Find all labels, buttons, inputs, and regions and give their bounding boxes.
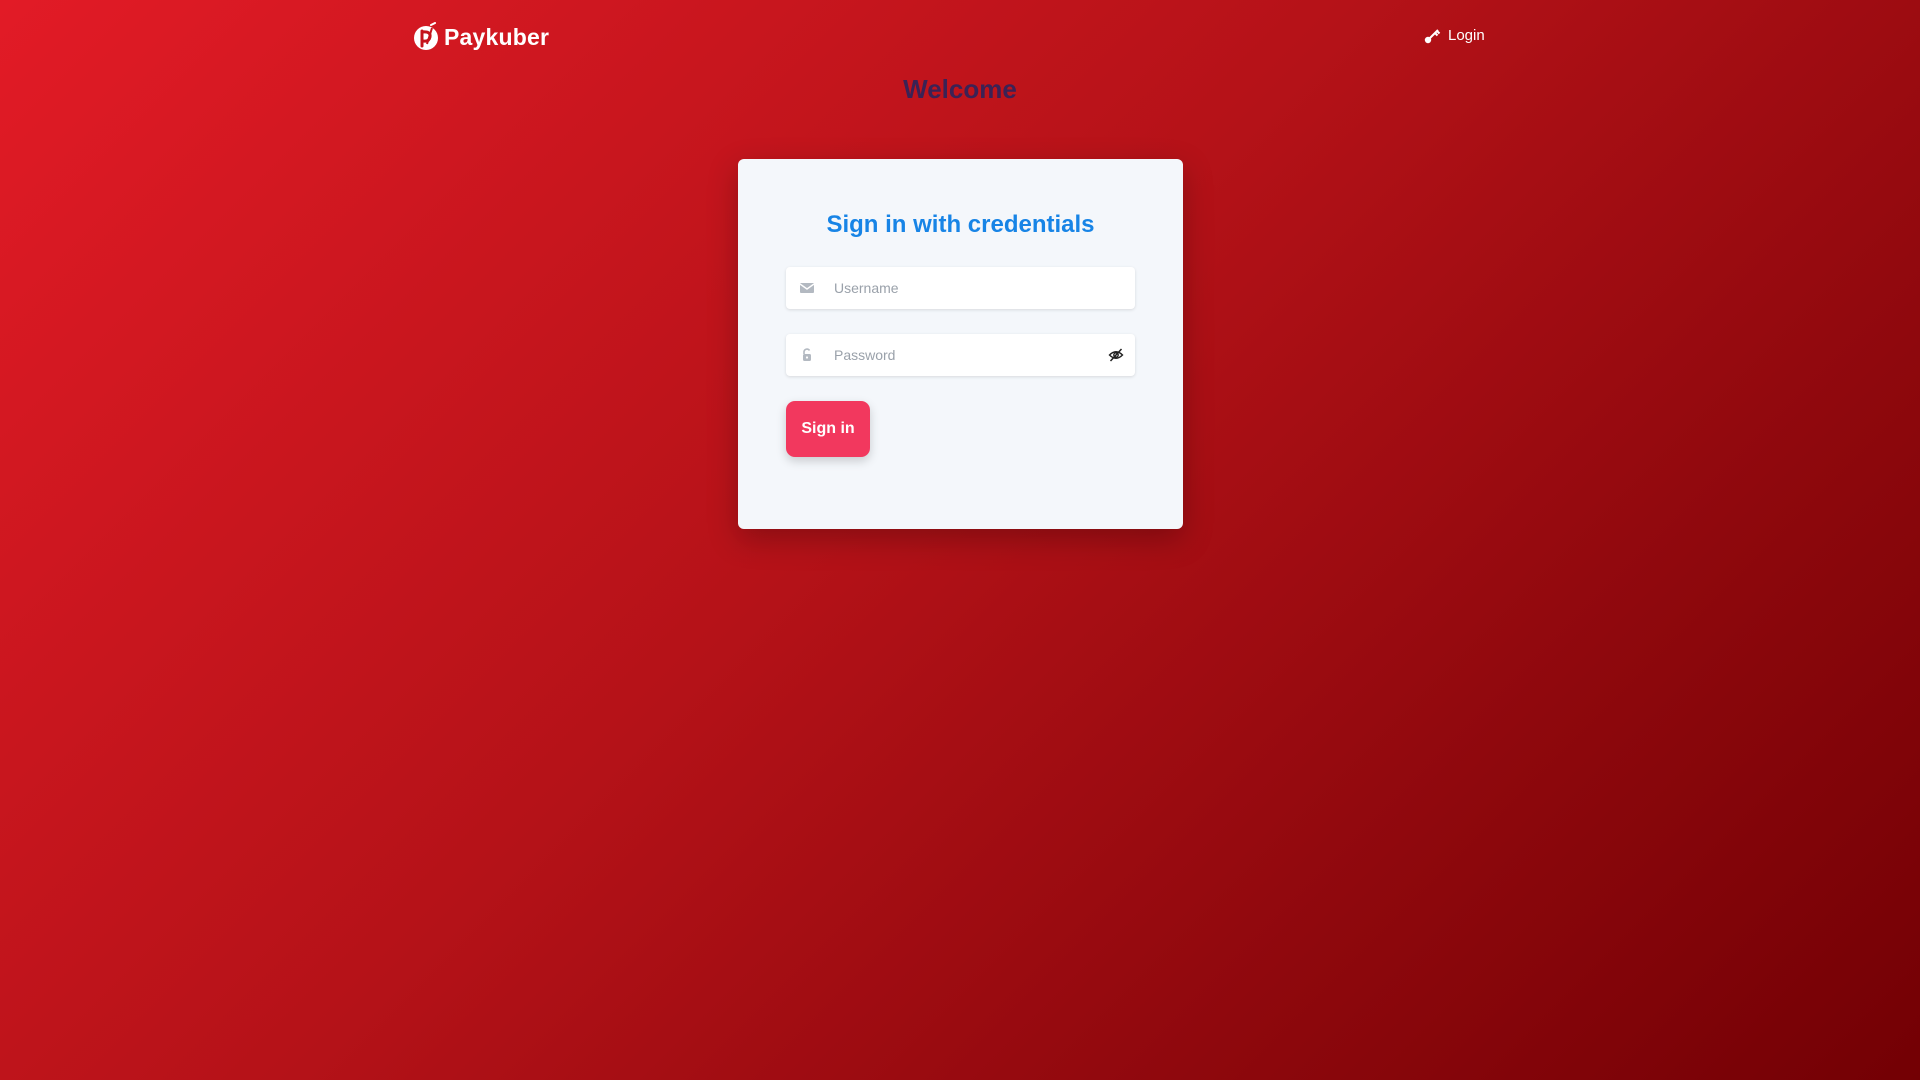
- page-title: Welcome: [903, 74, 1017, 104]
- navbar: Paykuber Login: [0, 0, 1920, 76]
- password-input[interactable]: [834, 334, 1094, 376]
- brand-link[interactable]: Paykuber: [413, 22, 549, 52]
- nav-login-label: Login: [1448, 27, 1485, 44]
- login-card: Sign in with credentials Sign in: [738, 159, 1183, 529]
- nav-login-link[interactable]: Login: [1424, 27, 1485, 44]
- envelope-icon: [799, 283, 815, 293]
- key-icon: [1424, 29, 1441, 44]
- brand-name: Paykuber: [444, 23, 550, 50]
- username-input[interactable]: [834, 267, 1094, 309]
- password-field: [786, 334, 1135, 376]
- sign-in-button[interactable]: Sign in: [786, 401, 870, 457]
- eye-slash-icon[interactable]: [1108, 347, 1124, 363]
- username-field: [786, 267, 1135, 309]
- lock-icon: [803, 348, 811, 361]
- card-title: Sign in with credentials: [826, 211, 1095, 238]
- paykuber-logo-icon: [414, 22, 438, 50]
